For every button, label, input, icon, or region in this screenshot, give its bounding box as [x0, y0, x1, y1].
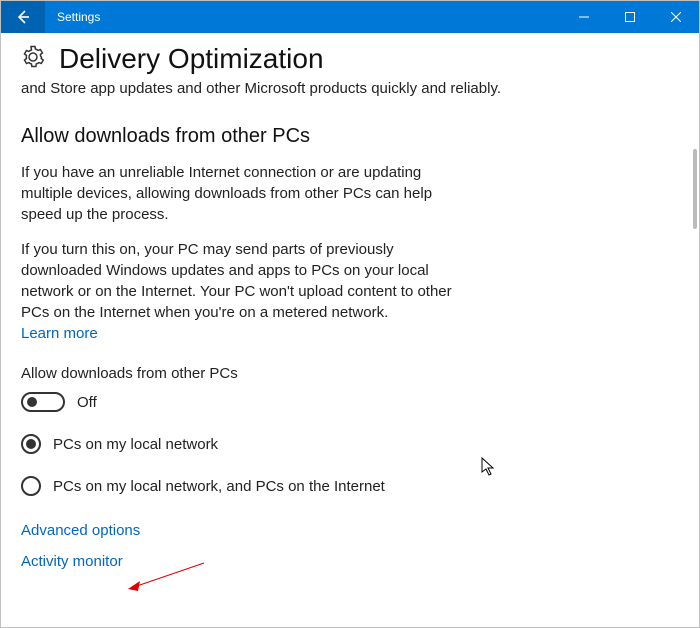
radio-icon [21, 476, 41, 496]
scrollbar-thumb[interactable] [693, 149, 697, 229]
section-para-2: If you turn this on, your PC may send pa… [21, 239, 461, 323]
activity-monitor-link[interactable]: Activity monitor [21, 553, 679, 570]
maximize-button[interactable] [607, 1, 653, 33]
close-button[interactable] [653, 1, 699, 33]
title-bar: Settings [1, 1, 699, 33]
content-area: Delivery Optimization and Store app upda… [1, 33, 699, 627]
window-title: Settings [45, 10, 100, 24]
minimize-icon [579, 12, 589, 22]
radio-label: PCs on my local network, and PCs on the … [53, 478, 385, 495]
toggle-label: Allow downloads from other PCs [21, 365, 679, 382]
toggle-state: Off [77, 394, 97, 411]
allow-downloads-toggle[interactable] [21, 392, 65, 412]
radio-label: PCs on my local network [53, 436, 218, 453]
back-button[interactable] [1, 1, 45, 33]
page-title: Delivery Optimization [59, 43, 324, 75]
learn-more-link[interactable]: Learn more [21, 325, 98, 342]
maximize-icon [625, 12, 635, 22]
radio-icon [21, 434, 41, 454]
minimize-button[interactable] [561, 1, 607, 33]
cutoff-text: and Store app updates and other Microsof… [21, 79, 679, 99]
section-para-1: If you have an unreliable Internet conne… [21, 162, 461, 225]
gear-icon [21, 45, 45, 74]
back-arrow-icon [15, 9, 31, 25]
radio-local-and-internet[interactable]: PCs on my local network, and PCs on the … [21, 476, 679, 496]
advanced-options-link[interactable]: Advanced options [21, 522, 679, 539]
radio-local-network[interactable]: PCs on my local network [21, 434, 679, 454]
section-heading: Allow downloads from other PCs [21, 125, 679, 148]
close-icon [671, 12, 681, 22]
